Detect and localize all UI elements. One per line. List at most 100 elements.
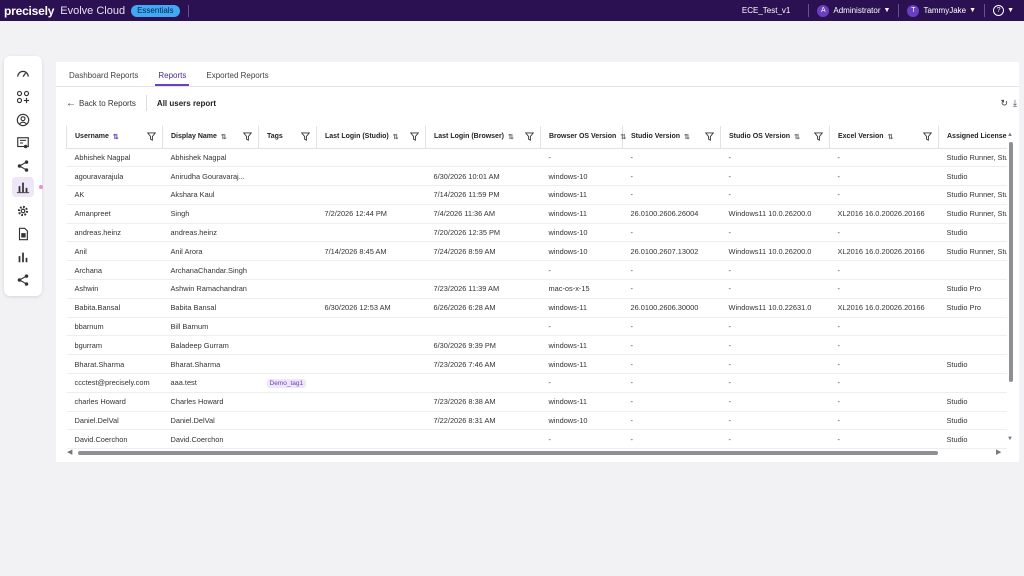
role-menu[interactable]: A Administrator ▼ [817,4,890,17]
table-cell: - [622,335,721,356]
product-name: Evolve Cloud [60,4,126,17]
table-cell: - [720,185,830,205]
table-row[interactable]: Daniel.DelVal Daniel.DelVal 7/22/2026 8:31… [66,411,1007,431]
scroll-left-icon[interactable]: ◀ [67,448,72,456]
column-header[interactable]: Browser OS Version ⇅ [540,126,626,149]
back-to-reports-link[interactable]: ← Back to Reports [66,98,136,109]
table-row[interactable]: Anil Anil Arora 7/14/2026 8:45 AM 7/24/2026… [66,241,1007,262]
sidebar-item-documents[interactable] [12,224,34,244]
filter-icon[interactable] [243,132,252,142]
sort-icon[interactable]: ⇅ [221,133,227,141]
table-row[interactable]: Amanpreet Singh 7/2/2026 12:44 PM 7/4/2026 … [66,204,1007,224]
column-header[interactable]: Excel Version ⇅ [829,126,939,149]
column-header[interactable]: Tags [258,126,317,149]
filter-icon[interactable] [301,132,310,142]
column-header[interactable]: Studio Version ⇅ [622,126,721,149]
sort-icon[interactable]: ⇅ [508,133,514,141]
table-row[interactable]: Bharat.Sharma Bharat.Sharma 7/23/2026 7:46… [66,354,1007,375]
sort-icon[interactable]: ⇅ [620,133,626,141]
sidebar-item-share[interactable] [12,156,34,176]
table-row[interactable]: AK Akshara Kaul 7/14/2026 11:59 PM windows-… [66,185,1007,205]
sidebar-item-reports[interactable] [12,177,34,197]
column-header[interactable]: Last Login (Browser) ⇅ [425,126,541,149]
scroll-down-icon[interactable]: ▼ [1007,436,1013,442]
sidebar-item-licenses[interactable] [12,133,34,153]
table-row[interactable]: Ashwin Ashwin Ramachandran 7/23/2026 11:39… [66,279,1007,299]
table-row[interactable]: Babita.Bansal Babita Bansal 6/30/2026 12:5… [66,298,1007,318]
tab-dashboard-reports[interactable]: Dashboard Reports [66,71,141,86]
column-header[interactable]: Last Login (Studio) ⇅ [316,126,426,149]
scroll-right-icon[interactable]: ▶ [996,448,1001,456]
filter-icon[interactable] [923,132,932,142]
filter-icon[interactable] [705,132,714,142]
table-cell [258,354,317,375]
sort-icon[interactable]: ⇅ [113,133,119,141]
horizontal-scrollbar[interactable]: ◀ ▶ [66,449,1007,457]
scroll-up-icon[interactable]: ▲ [1007,132,1013,138]
sidebar-item-apps[interactable] [12,87,34,107]
column-header[interactable]: Display Name ⇅ [162,126,259,149]
sidebar-item-users[interactable] [12,110,34,130]
table-row[interactable]: David.Coerchon David.Coerchon - - - - Studio [66,429,1007,449]
users-table-container: Username ⇅ Display Name ⇅ Tags Last Login (St… [66,126,1007,449]
report-subheader: ← Back to Reports All users report ↻ ⤓ [56,92,1019,114]
sidebar-item-connections[interactable] [12,270,34,290]
table-row[interactable]: agouravarajula Anirudha Gouravaraj... 6/30… [66,166,1007,187]
sort-icon[interactable]: ⇅ [393,133,399,141]
table-cell: - [720,166,830,187]
brand-logo[interactable]: precisely [4,4,54,18]
sort-icon[interactable]: ⇅ [684,133,690,141]
table-cell: bgurram [66,335,163,356]
table-cell: 7/14/2026 11:59 PM [425,185,541,205]
table-cell: - [622,373,721,393]
table-row[interactable]: andreas.heinz andreas.heinz 7/20/2026 12:3… [66,223,1007,243]
table-cell: - [829,392,939,412]
table-cell: - [829,429,939,449]
table-cell: - [829,317,939,337]
tab-exported-reports[interactable]: Exported Reports [203,71,271,86]
table-cell: - [829,411,939,431]
vertical-scrollbar[interactable]: ▲ ▼ [1007,132,1015,448]
table-cell: Ashwin Ramachandran [162,279,259,299]
table-cell: windows-11 [540,354,623,375]
bar-chart-icon [18,252,28,263]
table-row[interactable]: bbarnum Bill Barnum - - - - [66,317,1007,337]
column-header[interactable]: Assigned License [938,126,1007,149]
vertical-scroll-thumb[interactable] [1009,142,1013,382]
table-cell: Akshara Kaul [162,185,259,205]
table-cell: - [829,185,939,205]
filter-icon[interactable] [147,132,156,142]
filter-icon[interactable] [814,132,823,142]
download-icon[interactable]: ⤓ [1013,98,1017,109]
sidebar-item-settings[interactable] [12,201,34,221]
tag-chip[interactable]: Demo_tag1 [266,378,307,388]
role-label: Administrator [833,6,881,15]
role-avatar: A [817,4,830,17]
table-cell: windows-11 [540,392,623,412]
table-cell: Studio [938,223,1007,243]
table-row[interactable]: Abhishek Nagpal Abhishek Nagpal - - - - Studio… [66,148,1007,168]
filter-icon[interactable] [410,132,419,142]
table-row[interactable]: charles Howard Charles Howard 7/23/2026 8:… [66,392,1007,412]
horizontal-scroll-thumb[interactable] [78,451,938,455]
sort-icon[interactable]: ⇅ [794,133,800,141]
column-header[interactable]: Username ⇅ [66,126,163,149]
tab-reports[interactable]: Reports [155,71,190,86]
environment-name[interactable]: ECE_Test_v1 [742,6,790,15]
help-menu[interactable]: ? ▼ [993,5,1014,16]
column-header[interactable]: Studio OS Version ⇅ [720,126,830,149]
user-menu[interactable]: T TammyJake ▼ [907,4,976,17]
table-cell: 7/23/2026 8:38 AM [425,392,541,412]
sort-icon[interactable]: ⇅ [888,133,894,141]
table-cell: 7/24/2026 8:59 AM [425,241,541,262]
filter-icon[interactable] [525,132,534,142]
table-row[interactable]: ccctest@precisely.com aaa.test Demo_tag1- -… [66,373,1007,393]
table-cell: - [829,260,939,281]
refresh-icon[interactable]: ↻ [1000,98,1008,109]
table-cell [425,317,541,337]
table-row[interactable]: bgurram Baladeep Gurram 6/30/2026 9:39 PM w… [66,335,1007,356]
table-row[interactable]: Archana ArchanaChandar.Singh - - - - [66,260,1007,281]
sidebar-item-dashboard[interactable] [12,64,34,84]
table-header-row: Username ⇅ Display Name ⇅ Tags Last Login (St… [66,126,1007,149]
sidebar-item-analytics[interactable] [12,247,34,267]
